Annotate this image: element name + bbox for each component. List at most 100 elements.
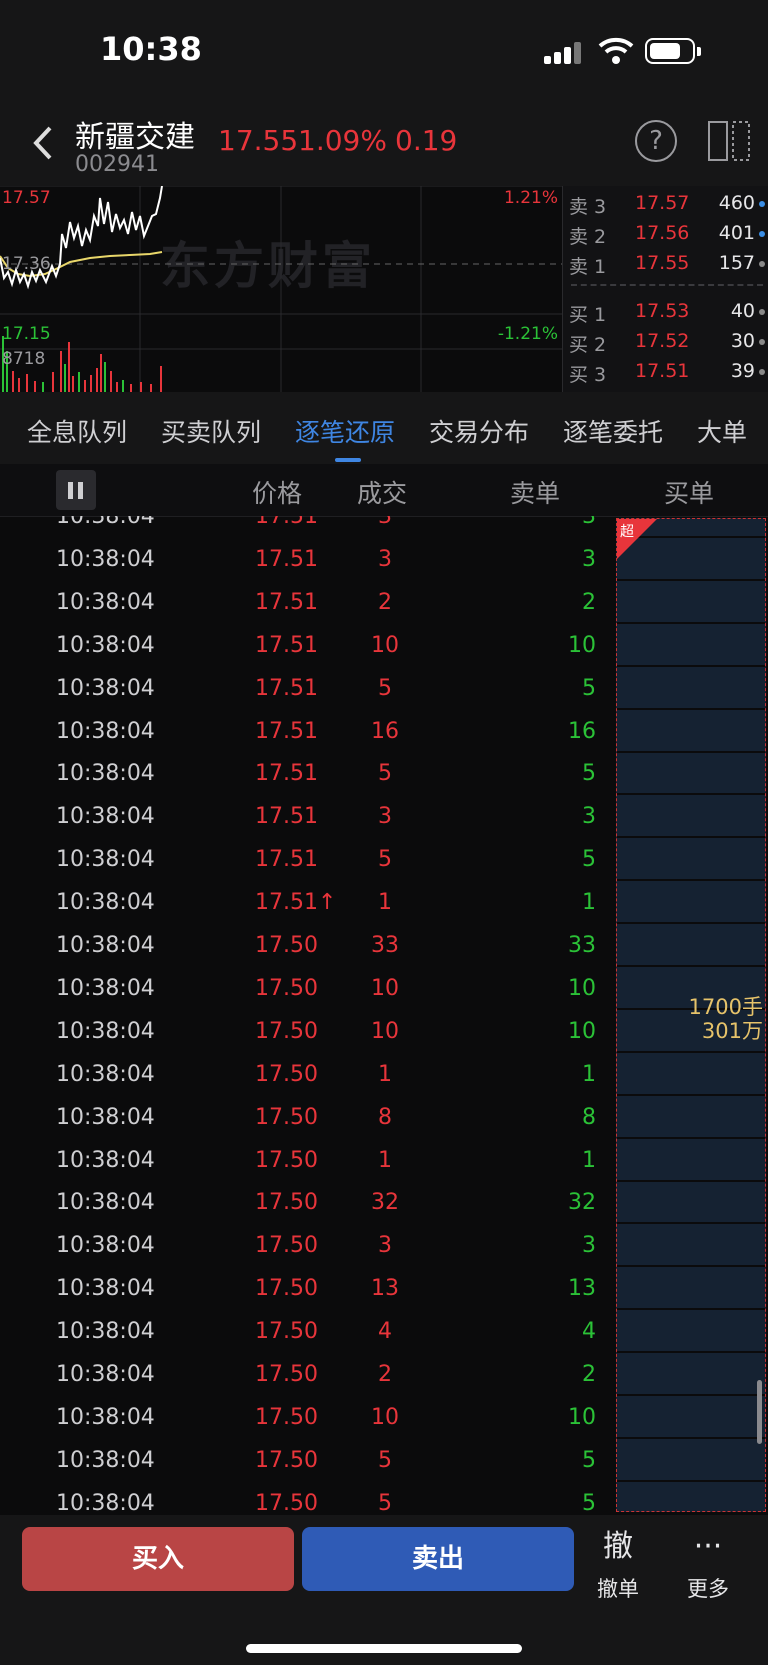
bid-volume: 30 (730, 330, 755, 352)
price-cell: 17.50 (255, 1061, 318, 1087)
order-dot-icon (759, 261, 765, 267)
more-icon: ··· (693, 1529, 723, 1564)
time-cell: 10:38:04 (56, 1018, 155, 1044)
scrollbar[interactable] (757, 1380, 762, 1444)
table-row: 10:38:04 17.50 5 5 (0, 1442, 616, 1485)
volume-cell: 5 (378, 761, 392, 787)
time-cell: 10:38:04 (56, 933, 155, 958)
time-cell: 10:38:04 (56, 1276, 155, 1302)
price-cell: 17.50 (255, 1104, 318, 1130)
col-sell-order: 卖单 (510, 479, 561, 508)
time-cell: 10:38:04 (56, 718, 155, 744)
buy-block-divider (617, 750, 765, 753)
order-dot-icon (759, 369, 765, 375)
table-row: 10:38:04 17.51 3 3 (0, 798, 616, 841)
chart-prev-close-label: 17.36 (2, 254, 51, 274)
bid-label: 买 2 (569, 334, 607, 356)
volume-cell: 5 (378, 847, 392, 873)
sell-cell: 3 (582, 804, 596, 830)
volume-cell: 5 (378, 1447, 392, 1473)
volume-cell: 3 (378, 546, 392, 572)
back-chevron-icon[interactable] (24, 118, 60, 168)
tab-large-orders[interactable]: 大单 (697, 413, 747, 449)
ask-row: 卖 1 17.55 157 (563, 248, 768, 278)
ask-price: 17.56 (635, 222, 690, 244)
buy-block-divider (617, 1308, 765, 1311)
ask-price: 17.55 (635, 252, 690, 274)
tab-trade-distribution[interactable]: 交易分布 (429, 413, 529, 449)
tab-tick-orders[interactable]: 逐笔委托 (563, 413, 663, 449)
intraday-chart[interactable]: 东方财富 17.57 17.36 17.15 8718 1.21% -1.21% (0, 186, 562, 393)
time-cell: 10:38:04 (56, 675, 155, 701)
time-cell: 10:38:04 (56, 1362, 155, 1387)
home-indicator (246, 1644, 522, 1653)
price-cell: 17.50 (255, 1490, 318, 1516)
price-cell: 17.51↑ (255, 890, 337, 916)
tab-tick-restore[interactable]: 逐笔还原 (295, 413, 395, 449)
price-cell: 17.51 (255, 632, 318, 658)
order-dot-icon (759, 339, 765, 345)
table-row: 10:38:04 17.50 10 10 (0, 1399, 616, 1442)
stock-header: 新疆交建 002941 17.55 1.09% 0.19 ? (0, 100, 768, 186)
active-tab-indicator (335, 458, 361, 462)
tab-buy-sell-queue[interactable]: 买卖队列 (161, 413, 261, 449)
big-order-amount: 301万 (701, 1019, 763, 1043)
volume-cell: 10 (371, 1018, 399, 1044)
status-bar: 10:38 (0, 0, 768, 100)
order-book[interactable]: 卖 3 17.57 460 卖 2 17.56 401 卖 1 17.55 15… (562, 186, 768, 392)
time-cell: 10:38:04 (56, 1319, 155, 1345)
table-row: 10:38:04 17.50 2 2 (0, 1356, 616, 1399)
price-cell: 17.50 (255, 1018, 318, 1044)
time-cell: 10:38:04 (56, 1233, 155, 1259)
sell-cell: 2 (582, 589, 596, 615)
stock-name: 新疆交建 (75, 120, 195, 155)
volume-cell: 5 (378, 1490, 392, 1516)
bid-volume: 39 (730, 360, 755, 382)
ask-row: 卖 2 17.56 401 (563, 218, 768, 248)
sell-cell: 5 (582, 675, 596, 701)
buy-block-divider (617, 664, 765, 667)
time-cell: 10:38:04 (56, 890, 155, 916)
sell-cell: 32 (568, 1190, 596, 1216)
price-cell: 17.50 (255, 1362, 318, 1387)
help-icon[interactable]: ? (635, 120, 677, 162)
sell-cell: 16 (568, 718, 596, 744)
tab-full-queue[interactable]: 全息队列 (27, 413, 127, 449)
price-cell: 17.50 (255, 1404, 318, 1430)
sell-cell: 5 (582, 847, 596, 873)
bid-price: 17.51 (635, 360, 690, 382)
more-button[interactable]: ··· 更多 (673, 1529, 743, 1603)
sell-button[interactable]: 卖出 (302, 1527, 574, 1591)
bid-row: 买 2 17.52 30 (563, 326, 768, 356)
volume-cell: 10 (371, 1404, 399, 1430)
table-row: 10:38:04 17.51 2 2 (0, 584, 616, 627)
buy-block-divider (617, 621, 765, 624)
stock-code: 002941 (75, 152, 159, 177)
buy-block-divider (617, 1479, 765, 1482)
volume-cell: 3 (378, 516, 392, 529)
change-amount: 0.19 (395, 124, 458, 157)
ask-row: 卖 3 17.57 460 (563, 188, 768, 218)
sell-cell: 5 (582, 1490, 596, 1516)
price-cell: 17.51 (255, 516, 318, 529)
buy-block-divider (617, 707, 765, 710)
bid-row: 买 3 17.51 39 (563, 356, 768, 386)
buy-button[interactable]: 买入 (22, 1527, 294, 1591)
table-row: 10:38:04 17.51 3 3 (0, 541, 616, 584)
tick-list[interactable]: 10:38:04 17.51 3 3 10:38:04 17.51 3 3 10:38:04 17… (0, 516, 616, 1516)
ask-label: 卖 3 (569, 196, 607, 218)
super-order-tag-label: 超 (620, 524, 634, 540)
sell-cell: 10 (568, 975, 596, 1001)
chart-low-label: 17.15 (2, 324, 51, 344)
tab-bar: 全息队列 买卖队列 逐笔还原 交易分布 逐笔委托 大单 (0, 392, 768, 465)
volume-cell: 8 (378, 1104, 392, 1130)
volume-cell: 10 (371, 975, 399, 1001)
chart-volume-label: 8718 (2, 349, 46, 369)
buy-order-block[interactable]: 超 1700手 301万 (616, 518, 766, 1512)
buy-block-divider (617, 836, 765, 839)
buy-block-divider (617, 1351, 765, 1354)
layout-switch-icon[interactable] (707, 120, 751, 162)
col-buy-order: 买单 (664, 479, 715, 508)
cancel-order-button[interactable]: 撤 撤单 (583, 1529, 653, 1603)
pause-icon[interactable] (56, 470, 96, 510)
